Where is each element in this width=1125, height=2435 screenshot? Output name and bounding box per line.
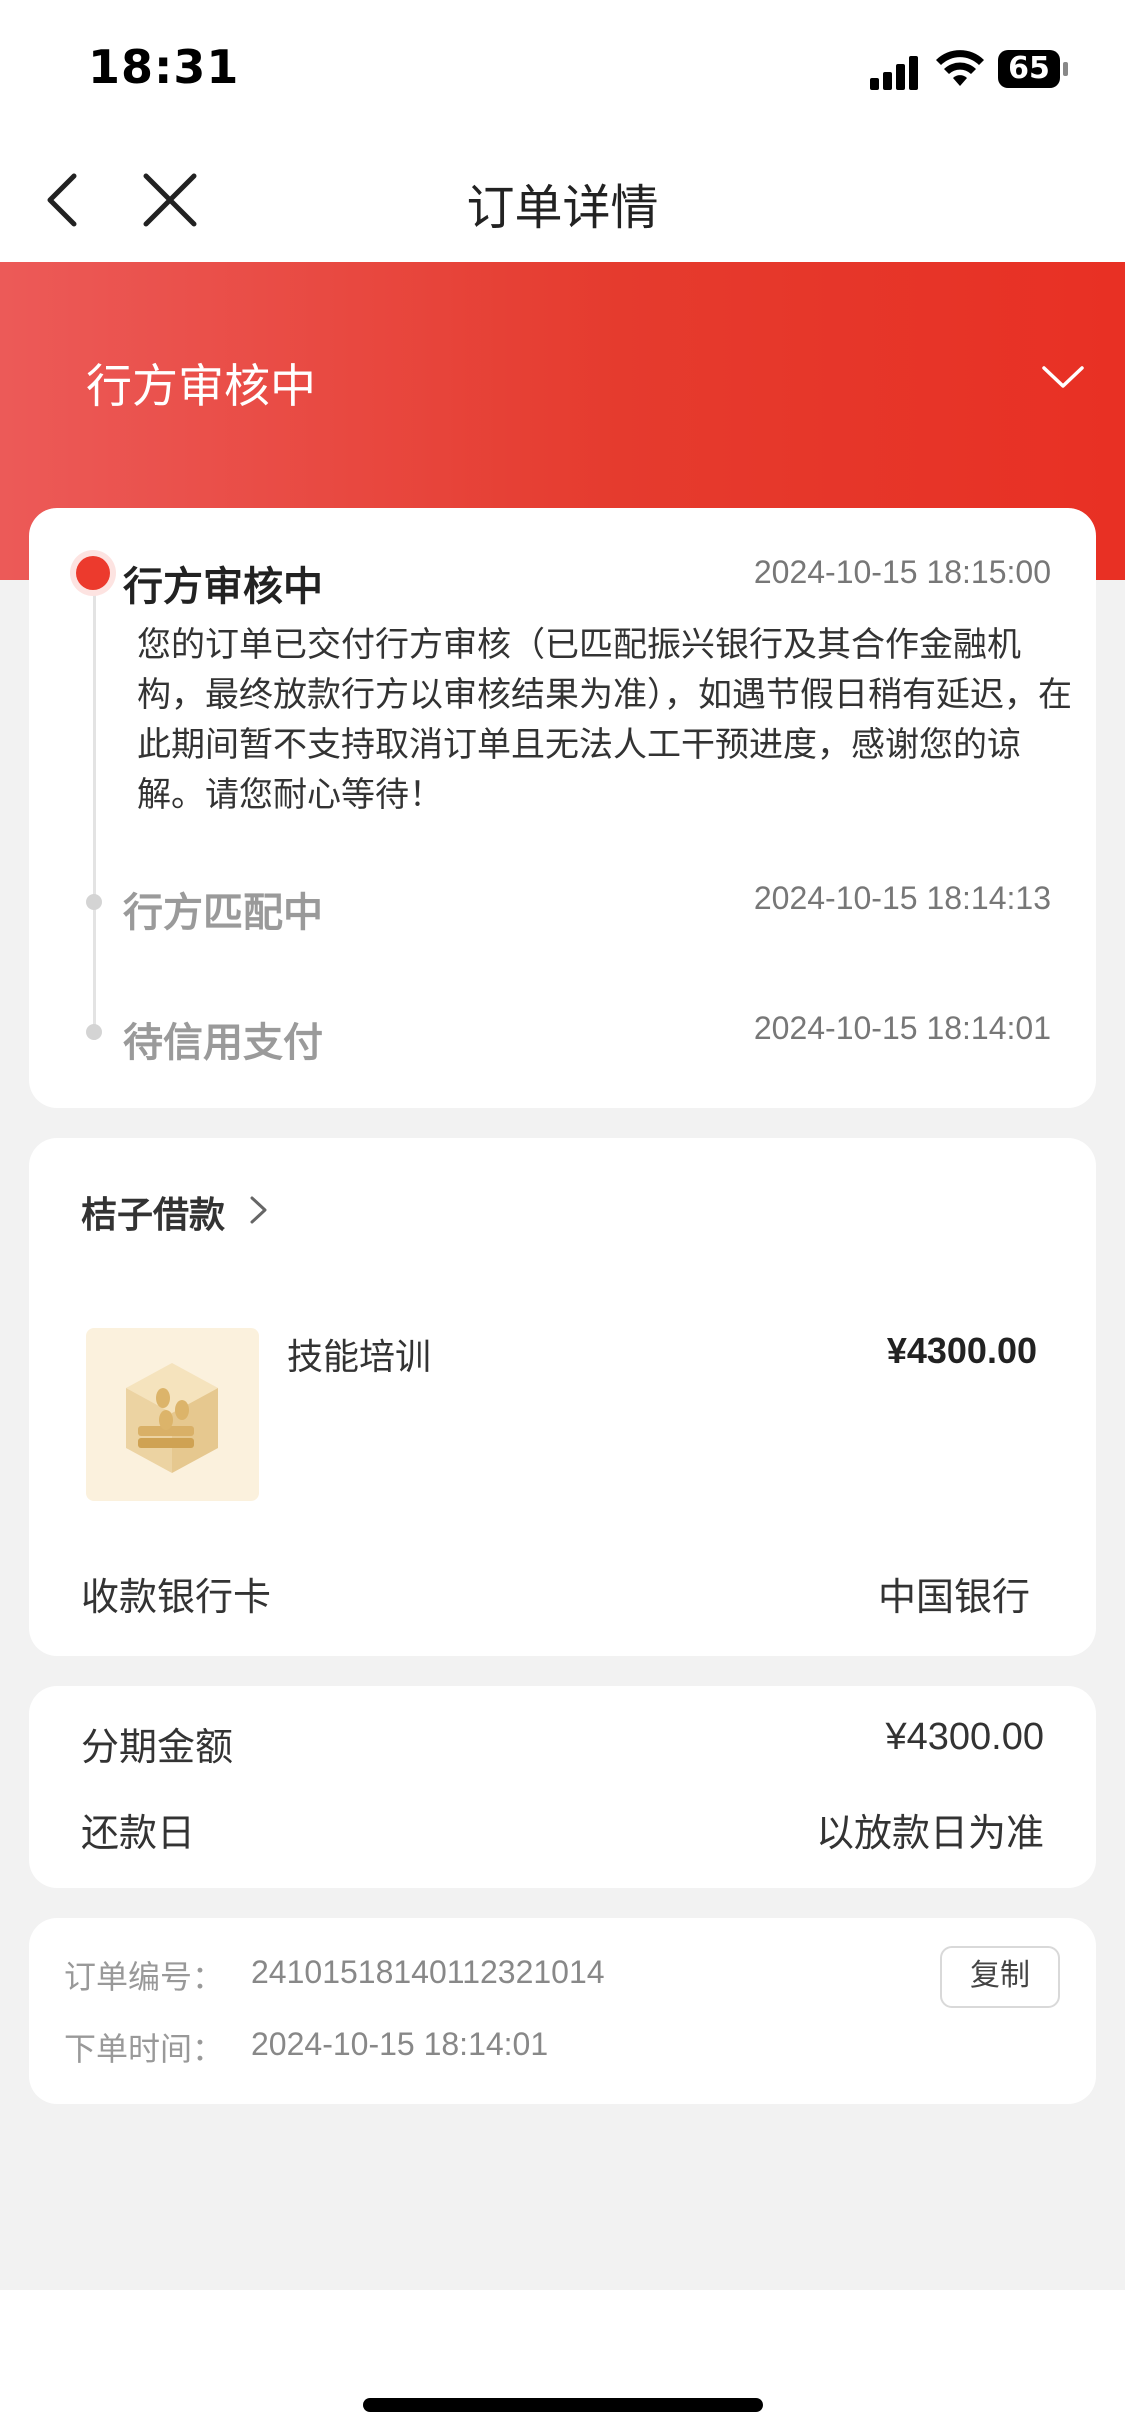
timeline-step-time: 2024-10-15 18:14:13 [753,880,1051,916]
order-number-label: 订单编号： [64,1958,225,1996]
timeline-dot [86,894,102,910]
timeline-step-time: 2024-10-15 18:15:00 [753,554,1051,590]
timeline-step-time: 2024-10-15 18:14:01 [753,1010,1051,1046]
page-title: 订单详情 [466,180,659,236]
installment-card: 分期金额 ¥4300.00 还款日 以放款日为准 [29,1686,1096,1888]
status-bar: 18:31 65 [0,0,1125,140]
installment-amount-label: 分期金额 [81,1725,234,1769]
chevron-down-icon[interactable] [1040,362,1086,392]
order-timeline-card: 行方审核中 2024-10-15 18:15:00 您的订单已交付行方审核（已匹… [29,508,1096,1108]
status-time: 18:31 [88,40,240,94]
product-price: ¥4300.00 [886,1330,1037,1371]
installment-amount-value: ¥4300.00 [885,1716,1045,1758]
repayment-date-label: 还款日 [81,1811,196,1855]
chevron-right-icon[interactable] [247,1192,271,1228]
merchant-card: 桔子借款 技能培训 ¥4300.00 收款银行卡 中国银行 [29,1138,1096,1656]
timeline-step-description: 您的订单已交付行方审核（已匹配振兴银行及其合作金融机构，最终放款行方以审核结果为… [137,625,1072,815]
product-image [86,1328,259,1501]
order-number-value: 24101518140112321014 [251,1954,605,1990]
order-time-value: 2024-10-15 18:14:01 [251,2026,549,2062]
battery-tip [1063,62,1068,76]
merchant-name-link[interactable]: 桔子借款 [81,1186,225,1238]
product-box-illustration [126,1363,218,1473]
copy-button[interactable]: 复制 [940,1946,1060,2008]
order-time-label: 下单时间： [64,2030,225,2068]
order-info-card: 订单编号： 24101518140112321014 复制 下单时间： 2024… [29,1918,1096,2104]
product-name: 技能培训 [287,1337,432,1378]
timeline-step-title: 行方匹配中 [123,890,323,936]
timeline-step-title: 行方审核中 [123,564,323,610]
home-indicator[interactable] [363,2398,763,2412]
nav-bar: 订单详情 [0,140,1125,262]
banner-status-title: 行方审核中 [86,359,316,413]
bank-card-value: 中国银行 [877,1575,1030,1619]
timeline-dot-active [76,556,110,590]
wifi-icon [936,50,984,86]
repayment-date-value: 以放款日为准 [815,1811,1044,1855]
battery-icon: 65 [998,50,1060,88]
bank-card-label: 收款银行卡 [81,1575,272,1619]
timeline-line [93,570,96,1040]
timeline-step-title: 待信用支付 [123,1020,323,1066]
bottom-safe-area [0,2290,1125,2435]
cellular-signal-icon [870,54,920,90]
timeline-dot [86,1024,102,1040]
